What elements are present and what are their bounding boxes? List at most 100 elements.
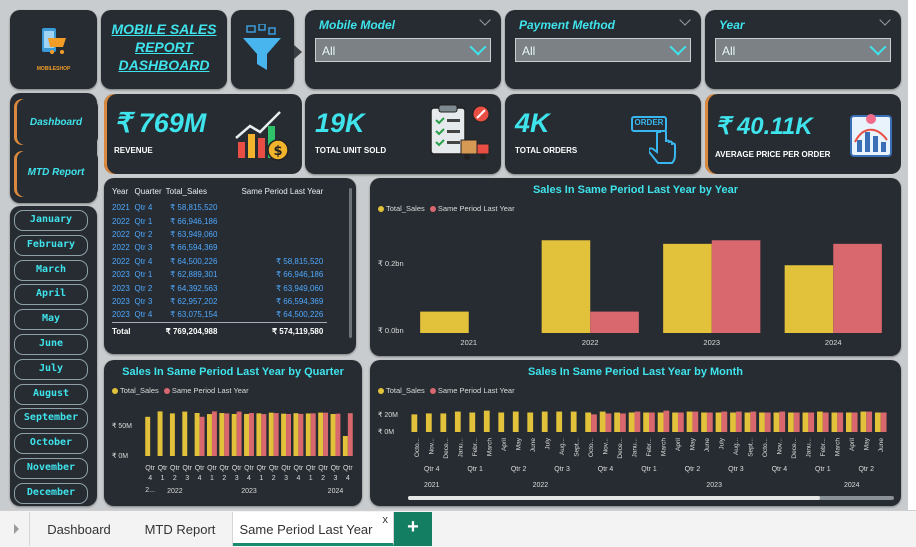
total-sales-bar[interactable]: [244, 413, 249, 456]
same-period-bar[interactable]: [605, 413, 612, 432]
total-sales-bar[interactable]: [231, 414, 237, 456]
same-period-bar[interactable]: [721, 411, 728, 432]
total-sales-bar[interactable]: [663, 243, 712, 333]
month-button-september[interactable]: September: [14, 408, 88, 430]
total-sales-bar[interactable]: [182, 411, 188, 456]
same-period-bar[interactable]: [620, 413, 626, 432]
mobile-model-filter[interactable]: Mobile Model All: [305, 10, 501, 89]
same-period-bar[interactable]: [236, 411, 242, 456]
same-period-bar[interactable]: [249, 413, 254, 456]
scroll-left-icon[interactable]: [14, 524, 20, 534]
total-sales-bar[interactable]: [874, 412, 881, 433]
total-sales-bar[interactable]: [145, 416, 151, 456]
same-period-bar[interactable]: [677, 412, 684, 433]
close-icon[interactable]: x: [383, 514, 389, 526]
same-period-bar[interactable]: [224, 413, 230, 456]
month-button-may[interactable]: May: [14, 309, 88, 331]
total-sales-bar[interactable]: [169, 413, 175, 456]
same-period-bar[interactable]: [764, 412, 771, 433]
month-button-march[interactable]: March: [14, 259, 88, 281]
same-period-bar[interactable]: [822, 412, 829, 433]
total-sales-bar[interactable]: [773, 412, 780, 433]
total-sales-bar[interactable]: [420, 311, 469, 333]
total-sales-bar[interactable]: [701, 412, 707, 433]
total-sales-bar[interactable]: [454, 411, 461, 432]
total-sales-bar[interactable]: [318, 412, 324, 456]
total-sales-bar[interactable]: [730, 412, 736, 433]
total-sales-bar[interactable]: [784, 265, 834, 333]
same-period-bar[interactable]: [833, 243, 882, 333]
total-sales-bar[interactable]: [643, 412, 649, 433]
table-scrollbar[interactable]: [349, 188, 352, 338]
tab-dashboard[interactable]: Dashboard: [29, 512, 129, 546]
same-period-bar[interactable]: [851, 412, 858, 433]
total-sales-bar[interactable]: [512, 411, 519, 432]
total-sales-bar[interactable]: [498, 412, 505, 433]
same-period-bar[interactable]: [692, 411, 699, 432]
same-period-bar[interactable]: [335, 413, 341, 456]
total-sales-bar[interactable]: [207, 414, 212, 456]
total-sales-bar[interactable]: [330, 414, 336, 456]
same-period-bar[interactable]: [793, 412, 800, 433]
total-sales-bar[interactable]: [802, 412, 809, 433]
total-sales-bar[interactable]: [305, 413, 311, 456]
same-period-bar[interactable]: [273, 413, 279, 456]
total-sales-bar[interactable]: [281, 413, 287, 456]
total-sales-bar[interactable]: [686, 411, 693, 432]
same-period-bar[interactable]: [298, 413, 304, 456]
total-sales-bar[interactable]: [788, 412, 794, 433]
column-header[interactable]: Total_Sales: [166, 184, 222, 201]
total-sales-bar[interactable]: [440, 413, 447, 432]
month-button-december[interactable]: December: [14, 482, 88, 504]
total-sales-bar[interactable]: [672, 412, 678, 433]
same-period-bar[interactable]: [211, 411, 217, 456]
total-sales-bar[interactable]: [759, 412, 765, 433]
same-period-bar[interactable]: [779, 411, 786, 432]
month-button-november[interactable]: November: [14, 458, 88, 479]
total-sales-bar[interactable]: [293, 413, 299, 456]
total-sales-bar[interactable]: [715, 412, 722, 433]
same-period-bar[interactable]: [663, 410, 670, 432]
total-sales-bar[interactable]: [268, 412, 274, 456]
chevron-down-icon[interactable]: [879, 14, 891, 26]
nav-mtd-report-button[interactable]: MTD Report: [14, 151, 98, 197]
same-period-bar[interactable]: [808, 412, 815, 433]
total-sales-bar[interactable]: [817, 411, 823, 432]
total-sales-bar[interactable]: [469, 412, 476, 433]
total-sales-bar[interactable]: [860, 411, 867, 432]
total-sales-bar[interactable]: [541, 240, 591, 333]
total-sales-bar[interactable]: [219, 413, 225, 456]
column-header[interactable]: Year: [112, 184, 135, 201]
month-button-february[interactable]: February: [14, 234, 88, 256]
total-sales-bar[interactable]: [570, 411, 577, 432]
same-period-bar[interactable]: [880, 412, 887, 433]
same-period-bar[interactable]: [286, 414, 291, 456]
same-period-bar[interactable]: [323, 412, 329, 456]
month-button-july[interactable]: July: [14, 358, 88, 380]
total-sales-bar[interactable]: [614, 412, 621, 433]
month-button-october[interactable]: October: [14, 433, 88, 455]
year-filter[interactable]: Year All: [705, 10, 901, 89]
horizontal-scrollbar[interactable]: [408, 496, 894, 500]
mobile-model-dropdown[interactable]: All: [315, 38, 491, 62]
total-sales-bar[interactable]: [483, 410, 490, 432]
column-header[interactable]: Same Period Last Year: [221, 184, 327, 201]
same-period-bar[interactable]: [649, 412, 655, 433]
total-sales-bar[interactable]: [628, 412, 635, 433]
tab-same-period-last-year[interactable]: Same Period Last Year x: [233, 512, 394, 546]
same-period-bar[interactable]: [310, 413, 316, 456]
column-header[interactable]: Quarter: [135, 184, 166, 201]
chevron-down-icon[interactable]: [679, 14, 691, 26]
same-period-bar[interactable]: [750, 411, 757, 432]
total-sales-bar[interactable]: [256, 413, 262, 456]
same-period-bar[interactable]: [735, 411, 742, 432]
same-period-bar[interactable]: [590, 311, 639, 333]
total-sales-bar[interactable]: [411, 414, 418, 432]
same-period-bar[interactable]: [634, 411, 641, 432]
payment-method-dropdown[interactable]: All: [515, 38, 691, 62]
nav-dashboard-button[interactable]: Dashboard: [14, 99, 98, 145]
month-button-june[interactable]: June: [14, 334, 88, 355]
same-period-bar[interactable]: [199, 416, 205, 456]
payment-method-filter[interactable]: Payment Method All: [505, 10, 701, 89]
same-period-bar[interactable]: [261, 414, 267, 456]
